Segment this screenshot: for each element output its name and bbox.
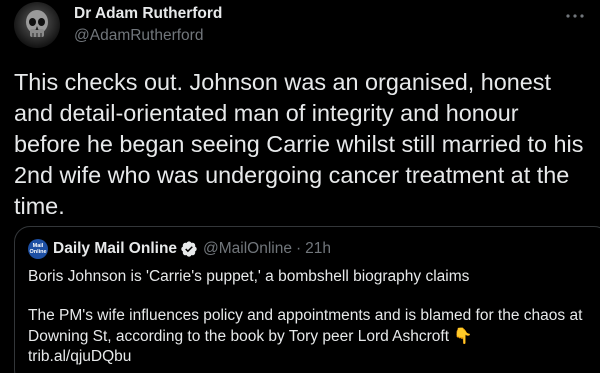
- author-handle[interactable]: @AdamRutherford: [74, 27, 203, 45]
- author-name[interactable]: Dr Adam Rutherford: [74, 5, 222, 23]
- tweet-text: This checks out. Johnson was an organise…: [14, 69, 584, 219]
- tweet: Dr Adam Rutherford @AdamRutherford This …: [0, 0, 600, 373]
- quoted-tweet-card[interactable]: Mail Online Daily Mail Online @MailOnlin…: [14, 226, 600, 373]
- pointing-down-emoji-icon: 👇: [453, 327, 473, 345]
- more-horizontal-icon[interactable]: [562, 8, 588, 24]
- verified-badge-icon: [181, 241, 197, 257]
- quote-separator: ·: [296, 240, 302, 257]
- quote-paragraph: The PM's wife influences policy and appo…: [28, 306, 598, 347]
- quote-headline: Boris Johnson is 'Carrie's puppet,' a bo…: [28, 268, 470, 285]
- skull-avatar-icon: [26, 10, 48, 37]
- quote-body-text: The PM's wife influences policy and appo…: [28, 307, 583, 345]
- avatar-text-line2: Online: [29, 249, 47, 255]
- quoted-tweet-body: Boris Johnson is 'Carrie's puppet,' a bo…: [28, 267, 598, 367]
- quote-author-name[interactable]: Daily Mail Online: [53, 240, 177, 258]
- quote-author-avatar[interactable]: Mail Online: [28, 239, 48, 259]
- quote-timestamp[interactable]: 21h: [305, 240, 331, 258]
- quote-author-handle[interactable]: @MailOnline: [203, 240, 292, 258]
- quote-link[interactable]: trib.al/qjuDQbu: [28, 347, 598, 367]
- author-avatar[interactable]: [14, 2, 60, 48]
- quoted-tweet-header: Mail Online Daily Mail Online @MailOnlin…: [28, 238, 331, 260]
